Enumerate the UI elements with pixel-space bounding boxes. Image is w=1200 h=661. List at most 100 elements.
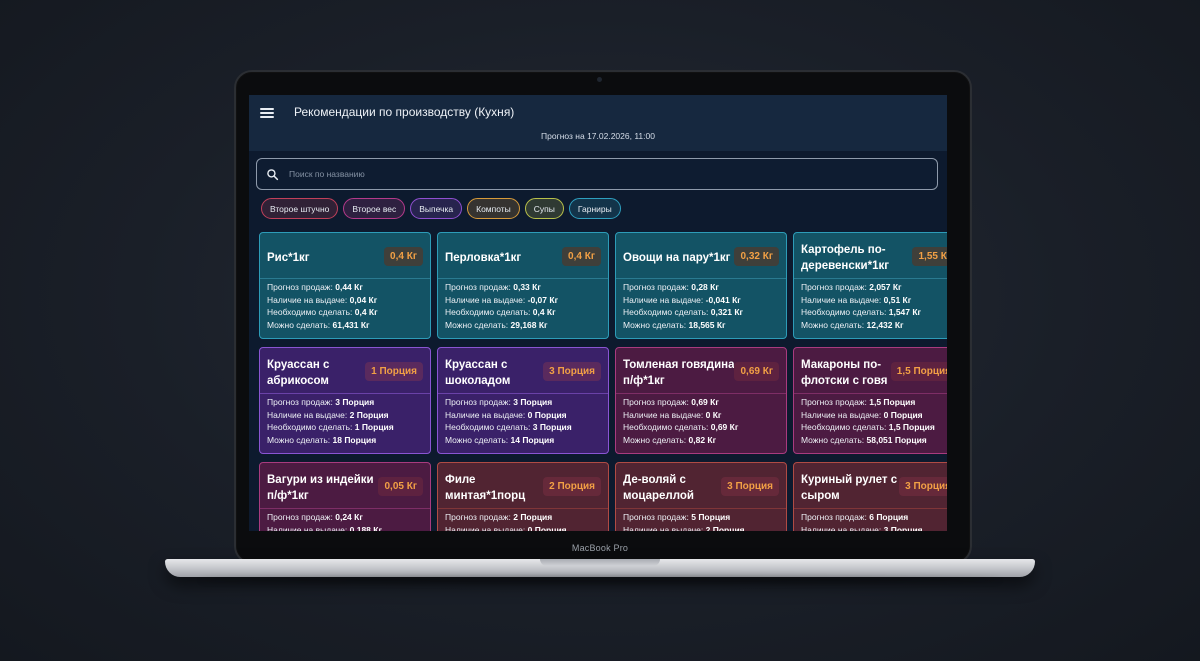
stat-forecast: Прогноз продаж: 0,33 Кг: [445, 281, 558, 294]
filter-chip[interactable]: Второе вес: [343, 198, 406, 219]
stat-value: 0,33 Кг: [513, 282, 541, 292]
product-card[interactable]: Перловка*1кг 0,4 Кг Прогноз продаж: 0,33 К…: [437, 232, 609, 339]
stat-label: Необходимо сделать:: [445, 307, 531, 317]
product-card[interactable]: Филе минтая*1порц 2 Порция Прогноз продаж:…: [437, 462, 609, 531]
stat-available: Наличие на выдаче: 0 Порция: [801, 409, 935, 422]
stat-forecast: Прогноз продаж: 0,28 Кг: [623, 281, 743, 294]
stat-label: Наличие на выдаче:: [623, 294, 704, 305]
stat-available: Наличие на выдаче: 0 Порция: [445, 409, 572, 422]
stat-value: 18 Порция: [332, 434, 377, 445]
app-bar: Рекомендации по производству (Кухня) Про…: [249, 95, 947, 151]
recommended-quantity-badge: 1,5 Порция: [890, 362, 947, 381]
card-stats: Прогноз продаж: 1,5 Порция Наличие на выд…: [801, 396, 935, 446]
camera-dot: [597, 77, 602, 82]
stat-label: Наличие на выдаче:: [801, 409, 882, 420]
stat-label: Прогноз продаж:: [445, 512, 511, 522]
stat-label: Необходимо сделать:: [801, 422, 887, 432]
product-card[interactable]: Макароны по-флотски с говя 1,5 Порция Прог…: [793, 347, 947, 454]
stat-value: 1,5 Порция: [888, 422, 935, 432]
stat-label: Наличие на выдаче:: [801, 524, 882, 532]
stat-possible: Можно сделать: 14 Порция: [445, 434, 572, 447]
product-card[interactable]: Овощи на пару*1кг 0,32 Кг Прогноз продаж: …: [615, 232, 787, 339]
stat-forecast: Прогноз продаж: 6 Порция: [801, 511, 923, 524]
stat-value: 0 Кг: [705, 409, 722, 420]
stat-possible: Можно сделать: 29,168 Кг: [445, 319, 558, 332]
stat-value: 1 Порция: [354, 422, 394, 432]
stat-label: Прогноз продаж:: [623, 512, 689, 522]
filter-chip[interactable]: Гарниры: [568, 198, 621, 219]
card-divider: [438, 393, 608, 394]
stat-available: Наличие на выдаче: 2 Порция: [267, 409, 394, 422]
stat-value: 0,188 Кг: [349, 524, 383, 532]
card-divider: [438, 278, 608, 279]
card-stats: Прогноз продаж: 0,24 Кг Наличие на выдаче…: [267, 511, 382, 531]
app-screen: Рекомендации по производству (Кухня) Про…: [249, 95, 947, 531]
stat-label: Наличие на выдаче:: [445, 524, 526, 532]
product-card[interactable]: Круассан с абрикосом 1 Порция Прогноз прод…: [259, 347, 431, 454]
stat-value: 18,565 Кг: [688, 319, 726, 330]
search-input[interactable]: [289, 159, 929, 189]
stat-label: Наличие на выдаче:: [267, 294, 348, 305]
stat-label: Прогноз продаж:: [445, 282, 511, 292]
search-box[interactable]: [256, 158, 938, 190]
stat-label: Необходимо сделать:: [801, 307, 887, 317]
stat-value: 0,28 Кг: [691, 282, 719, 292]
stat-needed: Необходимо сделать: 0,321 Кг: [623, 306, 743, 319]
stat-value: 0 Порция: [527, 409, 567, 420]
stat-possible: Можно сделать: 58,051 Порция: [801, 434, 935, 447]
product-name: Рис*1кг: [267, 252, 310, 264]
stat-forecast: Прогноз продаж: 3 Порция: [445, 396, 572, 409]
card-divider: [794, 508, 947, 509]
stat-needed: Необходимо сделать: 0,4 Кг: [267, 306, 378, 319]
stat-label: Можно сделать:: [445, 434, 509, 445]
product-card[interactable]: Вагури из индейки п/ф*1кг 0,05 Кг Прогноз …: [259, 462, 431, 531]
search-icon: [267, 169, 279, 181]
product-name: Овощи на пару*1кг: [623, 252, 731, 264]
card-stats: Прогноз продаж: 0,44 Кг Наличие на выдаче…: [267, 281, 378, 331]
filter-chip[interactable]: Супы: [524, 198, 564, 219]
stat-label: Необходимо сделать:: [623, 422, 709, 432]
product-card[interactable]: Круассан с шоколадом 3 Порция Прогноз прод…: [437, 347, 609, 454]
product-name: Перловка*1кг: [445, 252, 522, 264]
recommended-quantity-badge: 0,32 Кг: [734, 247, 779, 266]
stat-value: 0 Порция: [883, 409, 923, 420]
stat-possible: Можно сделать: 18,565 Кг: [623, 319, 743, 332]
stat-available: Наличие на выдаче: 2 Порция: [623, 524, 745, 532]
card-stats: Прогноз продаж: 2,057 Кг Наличие на выдач…: [801, 281, 921, 331]
stat-available: Наличие на выдаче: 0 Порция: [445, 524, 567, 532]
laptop-notch: [540, 559, 660, 566]
hamburger-menu-icon[interactable]: [260, 108, 274, 118]
product-card[interactable]: Де-воляй с моцареллой 3 Порция Прогноз про…: [615, 462, 787, 531]
product-card[interactable]: Томленая говядина п/ф*1кг 0,69 Кг Прогноз …: [615, 347, 787, 454]
stat-label: Наличие на выдаче:: [801, 294, 882, 305]
stat-value: 1,5 Порция: [869, 397, 916, 407]
stat-needed: Необходимо сделать: 1,5 Порция: [801, 421, 935, 434]
stat-forecast: Прогноз продаж: 1,5 Порция: [801, 396, 935, 409]
stat-label: Наличие на выдаче:: [267, 524, 348, 532]
product-name: Томленая говядина п/ф*1кг: [623, 359, 735, 387]
stat-value: -0,07 Кг: [527, 294, 559, 305]
card-stats: Прогноз продаж: 3 Порция Наличие на выдач…: [267, 396, 394, 446]
stat-label: Прогноз продаж:: [623, 282, 689, 292]
stat-label: Можно сделать:: [445, 319, 509, 330]
stat-possible: Можно сделать: 18 Порция: [267, 434, 394, 447]
stat-label: Необходимо сделать:: [267, 307, 353, 317]
recommended-quantity-badge: 3 Порция: [899, 477, 947, 496]
filter-chip[interactable]: Второе штучно: [261, 198, 339, 219]
stat-label: Можно сделать:: [623, 319, 687, 330]
stat-value: 0,4 Кг: [532, 307, 556, 317]
product-card[interactable]: Картофель по-деревенски*1кг 1,55 Кг Прогно…: [793, 232, 947, 339]
card-stats: Прогноз продаж: 0,28 Кг Наличие на выдаче…: [623, 281, 743, 331]
page-title: Рекомендации по производству (Кухня): [294, 105, 515, 119]
card-divider: [260, 393, 430, 394]
filter-chip[interactable]: Выпечка: [410, 198, 463, 219]
product-card[interactable]: Куриный рулет с сыром 3 Порция Прогноз про…: [793, 462, 947, 531]
filter-chip[interactable]: Компоты: [467, 198, 520, 219]
product-card[interactable]: Рис*1кг 0,4 Кг Прогноз продаж: 0,44 Кг Нали…: [259, 232, 431, 339]
card-divider: [616, 393, 786, 394]
stat-label: Можно сделать:: [267, 434, 331, 445]
stat-label: Прогноз продаж:: [801, 397, 867, 407]
stat-value: 3 Порция: [883, 524, 923, 532]
stat-value: 0,69 Кг: [710, 422, 739, 432]
stat-value: 0,4 Кг: [354, 307, 378, 317]
